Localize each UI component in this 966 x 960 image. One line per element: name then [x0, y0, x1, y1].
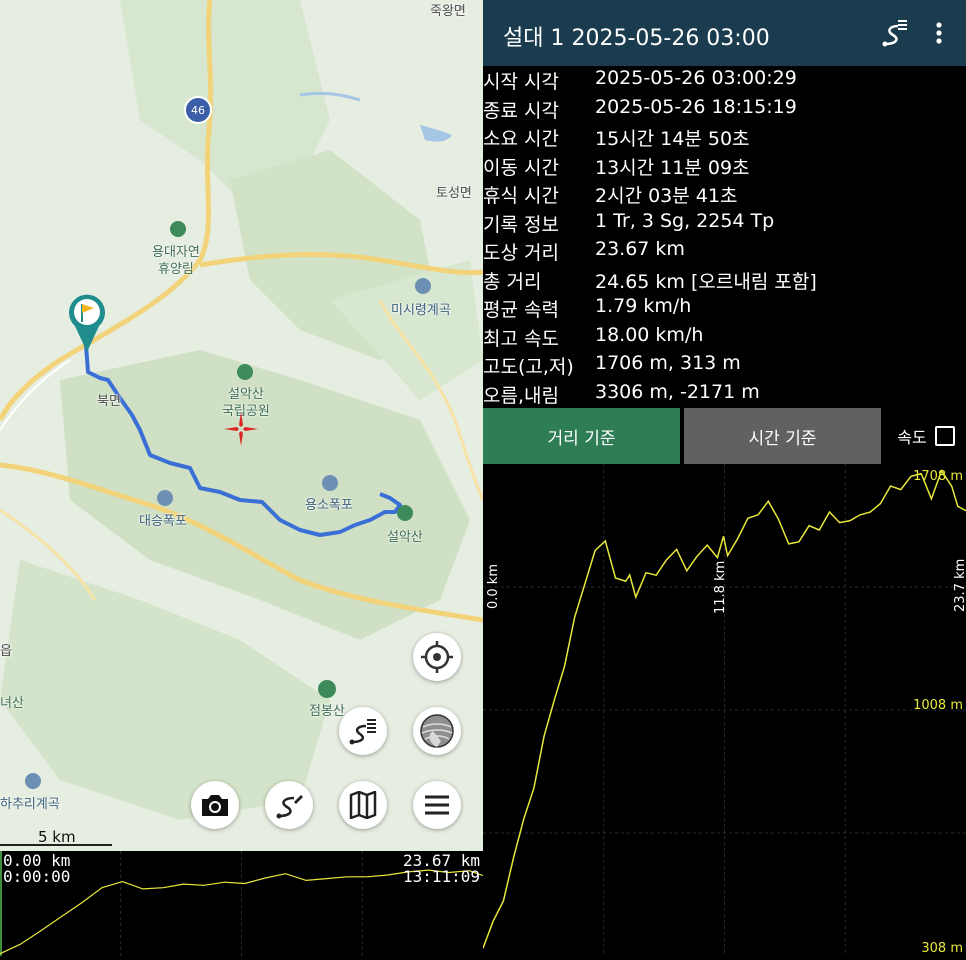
- stat-row: 휴식 시간 2시간 03분 41초: [483, 180, 966, 208]
- stat-label: 휴식 시간: [483, 185, 559, 207]
- track-route-icon[interactable]: [881, 18, 909, 48]
- stat-row: 오름,내림 3306 m, -2171 m: [483, 380, 966, 408]
- stat-label: 고도(고,저): [483, 356, 574, 378]
- mini-end-time: 13:11:09: [402, 867, 480, 886]
- stat-value: 2시간 03분 41초: [595, 185, 738, 207]
- y-tick-bottom: 308 m: [921, 941, 963, 956]
- label-daeseung: 대승폭포: [139, 514, 187, 529]
- stat-row: 시작 시각 2025-05-26 03:00:29: [483, 66, 966, 94]
- stat-label: 총 거리: [483, 270, 542, 293]
- stat-value: 13시간 11분 09초: [595, 156, 750, 179]
- waterfall-icon: [322, 475, 338, 491]
- label-yongso: 용소폭포: [305, 498, 353, 513]
- track-statistics: 시작 시각 2025-05-26 03:00:29 종료 시각 2025-05-26 …: [483, 66, 966, 408]
- y-tick-top: 1708 m: [913, 469, 963, 484]
- waterfall-icon: [415, 278, 431, 294]
- map-view[interactable]: 죽왕면 46 토성면 용대자연 휴양림 미시령계곡 설악산 국립공원 북면 용소…: [0, 0, 483, 956]
- stat-row: 평균 속력 1.79 km/h: [483, 294, 966, 322]
- track-list-icon: [349, 719, 376, 745]
- stat-value: 3306 m, -2171 m: [595, 380, 760, 403]
- track-edit-button[interactable]: [265, 781, 313, 829]
- label-edge-1: 읍: [0, 644, 12, 659]
- stat-label: 이동 시간: [483, 156, 559, 179]
- waterfall-icon: [25, 773, 41, 789]
- x-tick-end: 23.7 km: [953, 559, 966, 612]
- label-toseongmyeon: 토성면: [436, 186, 472, 201]
- label-jeombong: 점봉산: [309, 704, 345, 719]
- stat-value: 1 Tr, 3 Sg, 2254 Tp: [595, 209, 775, 232]
- park-icon: [237, 364, 253, 380]
- label-bukmyeon: 북면: [97, 394, 121, 409]
- map-icon: [349, 791, 377, 819]
- elevation-profile[interactable]: 1708 m 1008 m 308 m 0.0 km 11.8 km 23.7 km: [482, 464, 966, 956]
- stat-row: 고도(고,저) 1706 m, 313 m: [483, 351, 966, 379]
- stat-row: 도상 거리 23.67 km: [483, 237, 966, 265]
- stat-value: 1.79 km/h: [595, 295, 692, 317]
- stat-row: 이동 시간 13시간 11분 09초: [483, 152, 966, 180]
- stat-value: 2025-05-26 03:00:29: [595, 67, 797, 89]
- stat-label: 기록 정보: [483, 213, 559, 236]
- more-vert-icon[interactable]: [929, 18, 949, 48]
- x-tick-mid: 11.8 km: [713, 561, 728, 614]
- stat-row: 총 거리 24.65 km [오르내림 포함]: [483, 266, 966, 294]
- route-46-shield: 46: [184, 96, 212, 124]
- label-yongdae-2: 휴양림: [158, 262, 194, 277]
- stat-value: 2025-05-26 18:15:19: [595, 95, 797, 118]
- mini-start-time: 0:00:00: [3, 867, 71, 886]
- stat-value: 23.67 km: [595, 238, 685, 260]
- label-hachuri: 하추리계곡: [0, 797, 60, 812]
- map-button[interactable]: [339, 781, 387, 829]
- camera-icon: [202, 795, 228, 816]
- stat-value: 15시간 14분 50초: [595, 128, 750, 150]
- app-bar: 설대 1 2025-05-26 03:00: [483, 0, 966, 66]
- label-seoraksan-peak: 설악산: [387, 530, 423, 545]
- locate-icon: [421, 641, 453, 673]
- stat-value: 18.00 km/h: [595, 323, 704, 346]
- stat-label: 도상 거리: [483, 242, 559, 264]
- stat-row: 기록 정보 1 Tr, 3 Sg, 2254 Tp: [483, 209, 966, 237]
- mini-elevation-profile[interactable]: 0.00 km 0:00:00 23.67 km 13:11:09: [0, 851, 483, 956]
- stat-row: 종료 시각 2025-05-26 18:15:19: [483, 95, 966, 123]
- y-tick-mid: 1008 m: [913, 698, 963, 713]
- stat-label: 오름,내림: [483, 384, 559, 407]
- elevation-chart: 1708 m 1008 m 308 m 0.0 km 11.8 km 23.7 km: [482, 464, 966, 956]
- track-list-button[interactable]: [339, 707, 387, 755]
- stat-label: 종료 시각: [483, 99, 559, 122]
- stat-value: 24.65 km [오르내림 포함]: [595, 270, 817, 293]
- speed-checkbox[interactable]: [934, 426, 955, 446]
- label-misiryeong: 미시령계곡: [391, 303, 451, 318]
- stat-value: 1706 m, 313 m: [595, 352, 741, 374]
- peak-icon: [397, 505, 413, 521]
- menu-button[interactable]: [413, 781, 461, 829]
- label-jukwangmyeon: 죽왕면: [430, 4, 466, 19]
- speed-label: 속도: [897, 428, 927, 447]
- label-edge-2: 녀산: [0, 696, 24, 711]
- track-title: 설대 1 2025-05-26 03:00: [503, 26, 770, 51]
- peak-icon: [318, 680, 336, 698]
- track-edit-icon: [276, 795, 303, 819]
- locate-button[interactable]: [413, 633, 461, 681]
- speed-toggle[interactable]: 속도: [886, 408, 966, 464]
- tab-time[interactable]: 시간 기준: [684, 408, 881, 464]
- layers-button[interactable]: [413, 707, 461, 755]
- stat-label: 소요 시간: [483, 128, 559, 150]
- stat-label: 최고 속도: [483, 327, 559, 350]
- scale-bar: 5 km: [0, 828, 114, 848]
- waterfall-icon: [157, 490, 173, 506]
- x-tick-start: 0.0 km: [486, 564, 501, 609]
- stat-label: 시작 시각: [483, 71, 559, 93]
- layers-icon: [420, 714, 454, 748]
- park-icon: [170, 221, 186, 237]
- tab-distance[interactable]: 거리 기준: [483, 408, 680, 464]
- stat-label: 평균 속력: [483, 299, 559, 321]
- stat-row: 최고 속도 18.00 km/h: [483, 323, 966, 351]
- camera-button[interactable]: [191, 781, 239, 829]
- menu-icon: [425, 795, 449, 815]
- crosshair-icon: [224, 412, 258, 446]
- stat-row: 소요 시간 15시간 14분 50초: [483, 123, 966, 151]
- start-flag-icon[interactable]: [67, 292, 107, 354]
